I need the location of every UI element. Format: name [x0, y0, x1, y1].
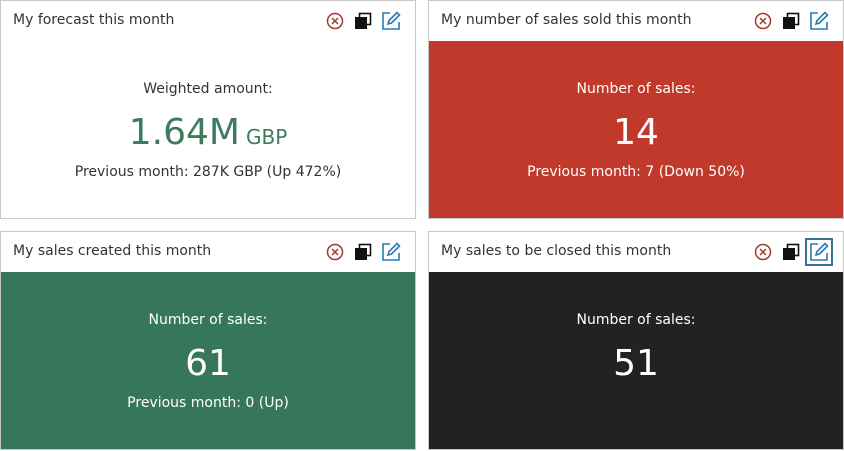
- previous-month-text: Previous month: 287K GBP (Up 472%): [74, 164, 342, 180]
- widget-header: My number of sales sold this month: [429, 1, 843, 41]
- widget-sales-created: My sales created this month Number of sa…: [0, 231, 416, 450]
- previous-month-text: Previous month: 7 (Down 50%): [527, 164, 745, 180]
- widget-toolbar: [733, 1, 843, 41]
- edit-icon: [810, 242, 829, 261]
- widget-header: My forecast this month: [1, 1, 415, 41]
- copy-icon: [783, 12, 800, 29]
- edit-widget-button[interactable]: [806, 8, 832, 34]
- widget-title: My sales created this month: [13, 243, 212, 259]
- copy-widget-button[interactable]: [350, 239, 376, 265]
- copy-icon: [783, 243, 800, 260]
- edit-widget-button[interactable]: [378, 239, 404, 265]
- metric-label: Number of sales:: [576, 81, 696, 97]
- previous-month-text: Previous month: 0 (Up): [127, 395, 289, 411]
- close-circle-icon: [754, 243, 772, 261]
- widget-title: My forecast this month: [13, 12, 175, 28]
- close-circle-icon: [326, 243, 344, 261]
- widget-header: My sales to be closed this month: [429, 232, 843, 272]
- metric-value: 61: [185, 343, 231, 384]
- widget-title: My sales to be closed this month: [441, 243, 672, 259]
- widget-title: My number of sales sold this month: [441, 12, 692, 28]
- widget-header: My sales created this month: [1, 232, 415, 272]
- metric-value-row: 1.64M GBP: [1, 111, 415, 159]
- remove-widget-button[interactable]: [322, 239, 348, 265]
- widget-toolbar: [305, 1, 415, 41]
- widget-toolbar: [733, 232, 843, 272]
- close-circle-icon: [754, 12, 772, 30]
- metric-label: Number of sales:: [576, 312, 696, 328]
- edit-icon: [382, 11, 401, 30]
- dashboard-grid: My forecast this month Weighted amount: …: [0, 0, 844, 451]
- remove-widget-button[interactable]: [750, 239, 776, 265]
- edit-widget-button[interactable]: [805, 238, 833, 266]
- widget-body: Number of sales: 51: [429, 272, 843, 449]
- copy-widget-button[interactable]: [778, 8, 804, 34]
- widget-body: Number of sales: 61 Previous month: 0 (U…: [1, 272, 415, 449]
- copy-widget-button[interactable]: [778, 239, 804, 265]
- metric-value: 14: [613, 112, 659, 153]
- edit-icon: [810, 11, 829, 30]
- remove-widget-button[interactable]: [750, 8, 776, 34]
- metric-label: Weighted amount:: [143, 81, 273, 97]
- edit-widget-button[interactable]: [378, 8, 404, 34]
- copy-widget-button[interactable]: [350, 8, 376, 34]
- metric-value: 1.64M: [128, 112, 240, 153]
- widget-sales-sold: My number of sales sold this month Numbe…: [428, 0, 844, 219]
- metric-value: 51: [613, 343, 659, 384]
- widget-forecast: My forecast this month Weighted amount: …: [0, 0, 416, 219]
- widget-toolbar: [305, 232, 415, 272]
- edit-icon: [382, 242, 401, 261]
- widget-body: Weighted amount: 1.64M GBP Previous month…: [1, 41, 415, 218]
- copy-icon: [355, 12, 372, 29]
- remove-widget-button[interactable]: [322, 8, 348, 34]
- metric-label: Number of sales:: [148, 312, 268, 328]
- widget-sales-to-close: My sales to be closed this month Number …: [428, 231, 844, 450]
- copy-icon: [355, 243, 372, 260]
- metric-unit: GBP: [245, 125, 288, 149]
- widget-body: Number of sales: 14 Previous month: 7 (D…: [429, 41, 843, 218]
- close-circle-icon: [326, 12, 344, 30]
